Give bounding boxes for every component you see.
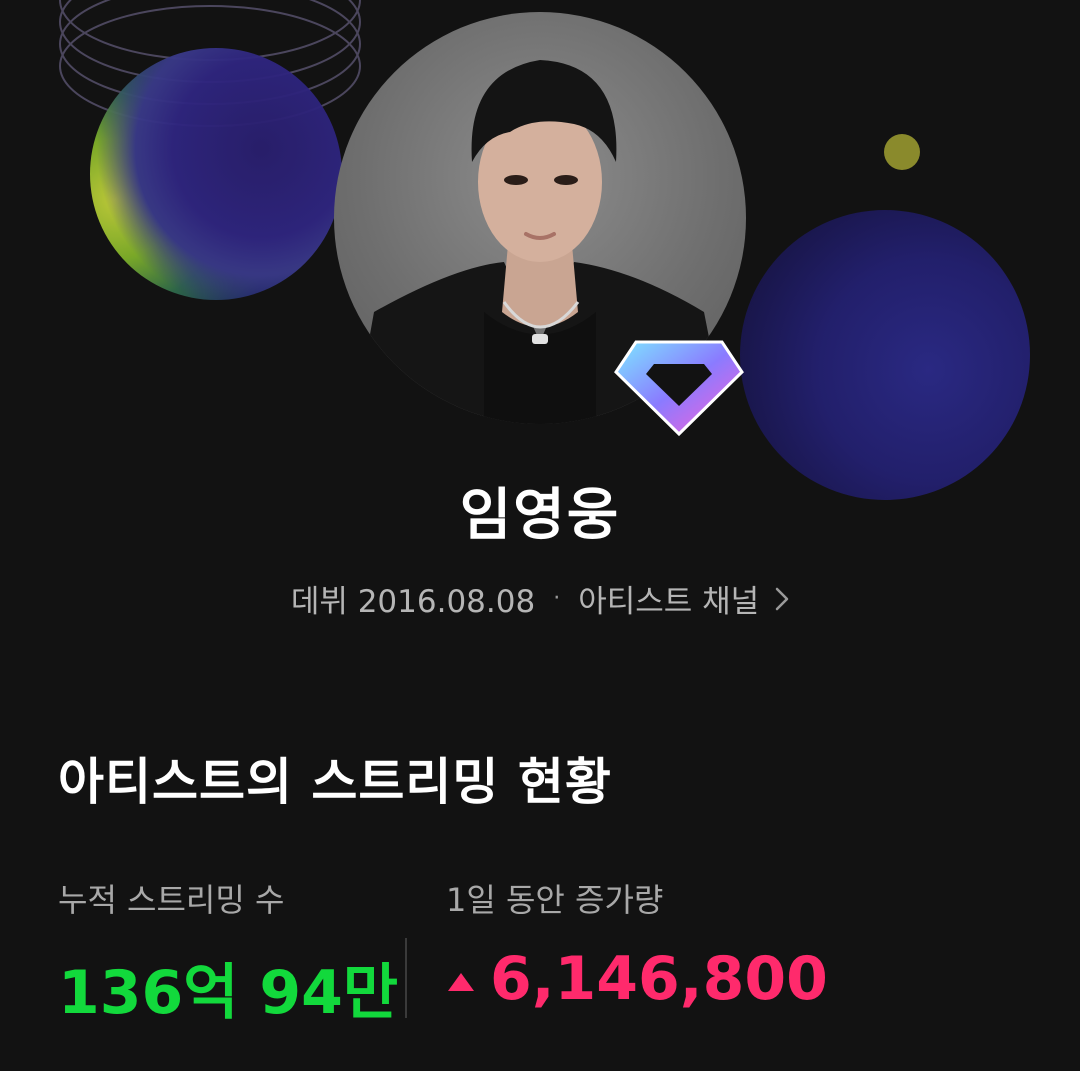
- daily-increase-value-row: 6,146,800: [446, 944, 828, 1014]
- decorative-orb-right: [740, 210, 1030, 500]
- triangle-up-icon: [448, 973, 474, 991]
- daily-increase-label: 1일 동안 증가량: [446, 881, 664, 919]
- streaming-section-title: 아티스트의 스트리밍 현황: [58, 753, 612, 811]
- daily-increase-value: 6,146,800: [490, 944, 828, 1014]
- cumulative-streams-label: 누적 스트리밍 수: [58, 881, 285, 919]
- artist-avatar-container: [334, 12, 746, 437]
- debut-date: 데뷔 2016.08.08: [290, 584, 536, 620]
- cumulative-streams-value: 136억 94만: [58, 958, 399, 1028]
- decorative-dot: [884, 134, 920, 170]
- artist-name: 임영웅: [459, 483, 621, 548]
- artist-meta-row: 데뷔 2016.08.08 · 아티스트 채널: [0, 576, 1080, 621]
- diamond-badge-icon: [614, 340, 744, 437]
- chevron-right-icon: [775, 587, 789, 610]
- decorative-orb-left: [90, 48, 342, 300]
- artist-channel-link[interactable]: 아티스트 채널: [578, 576, 789, 621]
- artist-channel-label: 아티스트 채널: [578, 584, 760, 620]
- meta-separator: ·: [553, 586, 561, 611]
- stats-divider: [405, 938, 407, 1018]
- decorative-rings: [59, 0, 361, 127]
